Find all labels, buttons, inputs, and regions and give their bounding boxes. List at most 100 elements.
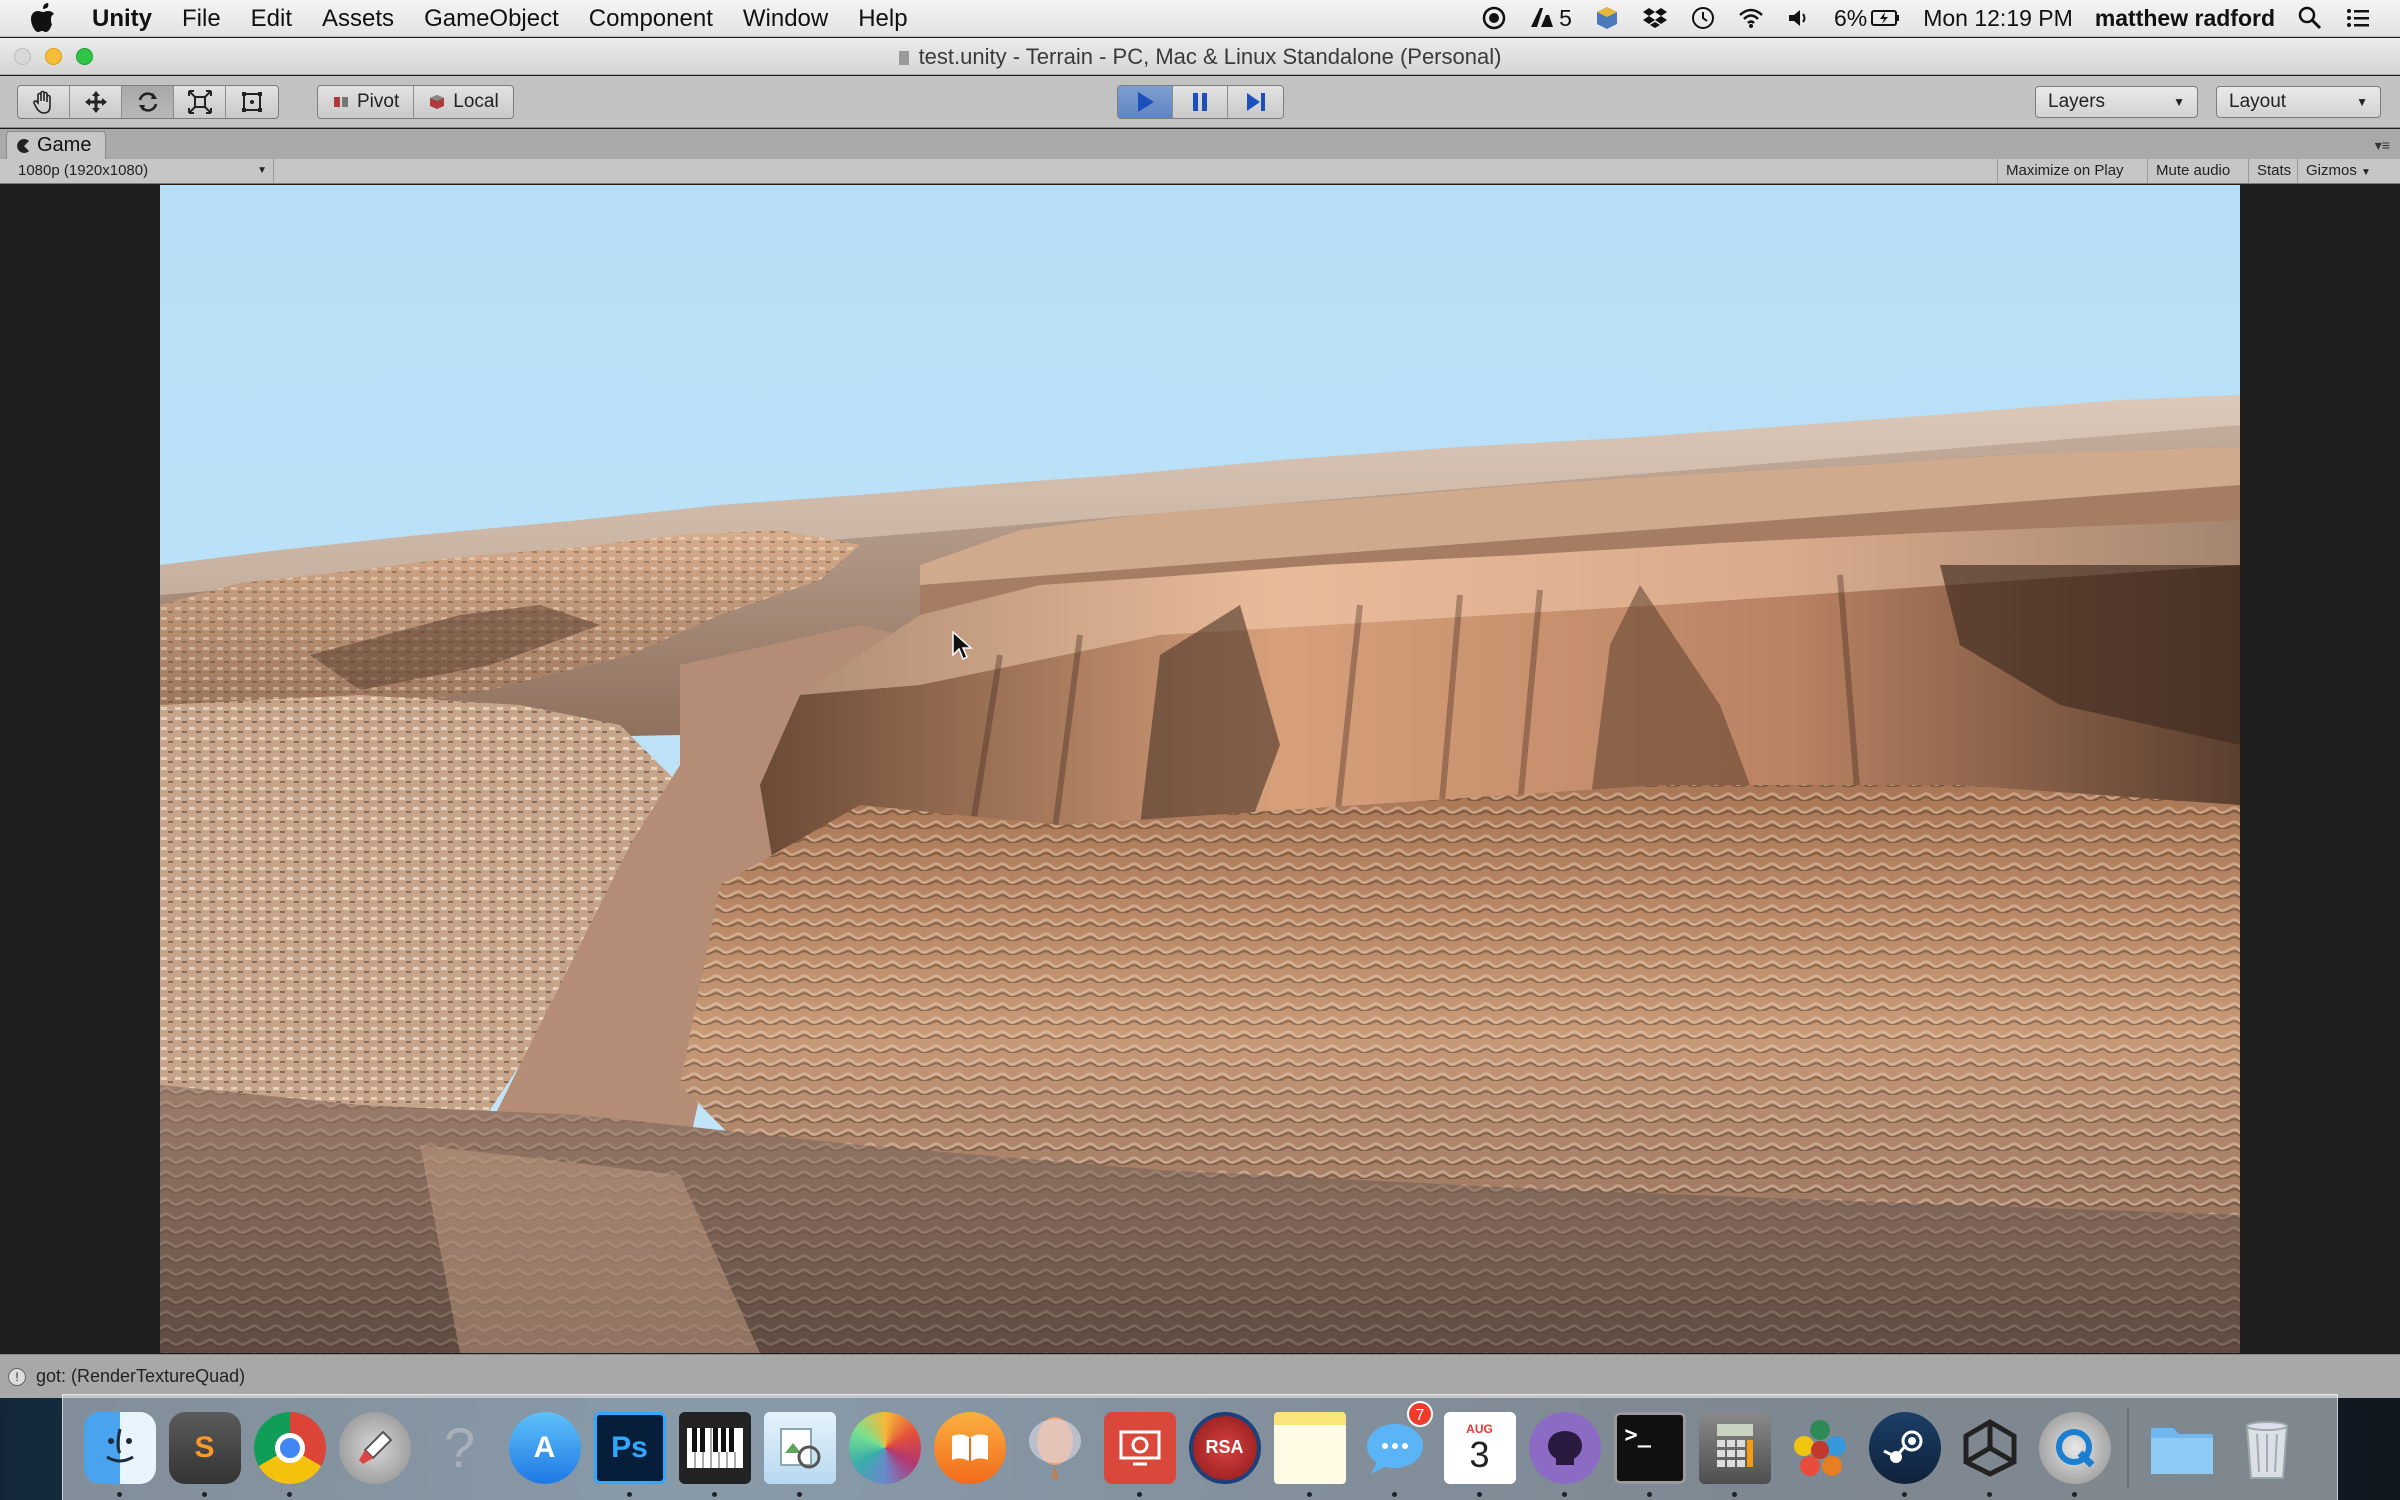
trash-icon <box>2231 1412 2303 1484</box>
dock-molecules[interactable] <box>1777 1395 1862 1500</box>
notes-icon <box>1273 1411 1346 1484</box>
dock-downloads-folder[interactable] <box>2139 1395 2224 1500</box>
rotate-tool-button[interactable] <box>122 86 174 118</box>
adobe-count: 5 <box>1559 4 1572 31</box>
play-button[interactable] <box>1118 86 1173 118</box>
dock-quicktime[interactable] <box>2032 1395 2117 1500</box>
battery-status[interactable]: 6% <box>1834 5 1901 32</box>
rect-tool-button[interactable] <box>226 86 278 118</box>
dock-terminal[interactable]: >_ <box>1607 1395 1692 1500</box>
dropdown-caret-icon: ▼ <box>257 165 267 176</box>
dock-balloon[interactable] <box>1012 1395 1097 1500</box>
menu-file[interactable]: File <box>167 0 236 37</box>
dock-remote-desktop[interactable] <box>1097 1395 1182 1500</box>
time-machine-icon[interactable] <box>1690 5 1716 31</box>
dock-github[interactable] <box>1522 1395 1607 1500</box>
menu-edit[interactable]: Edit <box>236 0 307 37</box>
chrome-icon <box>253 1411 326 1484</box>
wifi-icon[interactable] <box>1738 5 1764 31</box>
console-message: got: (RenderTextureQuad) <box>36 1366 246 1386</box>
dock-notes[interactable] <box>1267 1395 1352 1500</box>
dock-trash[interactable] <box>2224 1395 2309 1500</box>
hand-tool-button[interactable] <box>18 86 70 118</box>
menu-unity[interactable]: Unity <box>82 0 167 37</box>
calculator-icon <box>1698 1411 1771 1484</box>
menu-component[interactable]: Component <box>574 0 728 37</box>
dock-rsa-securid[interactable]: RSA <box>1182 1395 1267 1500</box>
notification-center-icon[interactable] <box>2345 5 2371 31</box>
user-name[interactable]: matthew radford <box>2095 5 2275 32</box>
minimize-window-button[interactable] <box>45 48 62 65</box>
game-tab-bar: Game ▾≡ <box>0 129 2400 159</box>
gizmos-dropdown[interactable]: Gizmos ▼ <box>2297 159 2379 183</box>
dock-photos[interactable] <box>842 1395 927 1500</box>
battery-percent: 6% <box>1833 4 1868 31</box>
local-cube-icon <box>430 95 445 109</box>
window-title-bar: test.unity - Terrain - PC, Mac & Linux S… <box>0 38 2400 75</box>
stats-toggle[interactable]: Stats <box>2248 159 2299 183</box>
menu-bar: Unity File Edit Assets GameObject Compon… <box>0 0 2400 37</box>
tab-options-menu-icon[interactable]: ▾≡ <box>2375 137 2390 154</box>
dock-calendar[interactable]: AUG 3 <box>1437 1395 1522 1500</box>
local-toggle-button[interactable]: Local <box>414 86 512 118</box>
balloon-icon <box>1019 1412 1091 1484</box>
zoom-window-button[interactable] <box>76 48 93 65</box>
tab-game[interactable]: Game <box>6 131 107 159</box>
dock-finder[interactable] <box>77 1395 162 1500</box>
dock-steam[interactable] <box>1862 1395 1947 1500</box>
box-sync-icon[interactable] <box>1594 5 1620 31</box>
close-window-button[interactable] <box>14 48 31 65</box>
pivot-toggle-button[interactable]: Pivot <box>318 86 415 118</box>
resolution-dropdown[interactable]: 1080p (1920x1080) ▼ <box>10 159 274 183</box>
hand-icon <box>32 90 51 114</box>
dock-chrome[interactable] <box>247 1395 332 1500</box>
launchpad-icon <box>338 1411 411 1484</box>
dock-piano[interactable] <box>672 1395 757 1500</box>
dock: S ? A Ps RSA 7 AUG 3 >_ <box>62 1394 2338 1500</box>
pivot-handle-group: Pivot Local <box>317 85 514 119</box>
dock-sublime-text[interactable]: S <box>162 1395 247 1500</box>
dock-launchpad[interactable] <box>332 1395 417 1500</box>
dock-ibooks[interactable] <box>927 1395 1012 1500</box>
apple-menu-icon[interactable] <box>30 1 60 35</box>
menu-help[interactable]: Help <box>843 0 922 37</box>
messages-unread-badge: 7 <box>1407 1400 1433 1427</box>
github-icon <box>1528 1411 1601 1484</box>
menu-window[interactable]: Window <box>728 0 843 37</box>
dock-help[interactable]: ? <box>417 1395 502 1500</box>
dock-calculator[interactable] <box>1692 1395 1777 1500</box>
sublime-text-icon: S <box>168 1411 241 1484</box>
menu-gameobject[interactable]: GameObject <box>409 0 574 37</box>
mouse-pointer-icon <box>952 631 973 661</box>
move-tool-button[interactable] <box>70 86 122 118</box>
dropdown-caret-icon: ▼ <box>2356 95 2368 109</box>
adobe-cc-icon[interactable]: 5 <box>1529 5 1572 32</box>
scale-tool-button[interactable] <box>174 86 226 118</box>
mute-audio-toggle[interactable]: Mute audio <box>2147 159 2238 183</box>
dock-preview[interactable] <box>757 1395 842 1500</box>
step-button[interactable] <box>1228 86 1283 118</box>
layers-dropdown[interactable]: Layers ▼ <box>2035 86 2198 118</box>
dropbox-icon[interactable] <box>1642 5 1668 31</box>
terminal-icon: >_ <box>1613 1411 1686 1484</box>
clock[interactable]: Mon 12:19 PM <box>1923 5 2073 32</box>
spotlight-search-icon[interactable] <box>2297 5 2323 31</box>
status-menu-extras: 5 6% Mon 12:19 PM matthew radford <box>1470 0 2400 37</box>
record-icon[interactable] <box>1481 5 1507 31</box>
maximize-on-play-toggle[interactable]: Maximize on Play <box>1997 159 2132 183</box>
layout-dropdown[interactable]: Layout ▼ <box>2216 86 2381 118</box>
game-viewport-terrain[interactable] <box>160 185 2240 1353</box>
remote-desktop-icon <box>1103 1411 1176 1484</box>
game-view-area[interactable] <box>0 185 2400 1353</box>
volume-icon[interactable] <box>1786 5 1812 31</box>
console-status-bar[interactable]: ! got: (RenderTextureQuad) <box>0 1354 2400 1398</box>
dock-messages[interactable]: 7 <box>1352 1395 1437 1500</box>
dock-app-store[interactable]: A <box>502 1395 587 1500</box>
pause-button[interactable] <box>1173 86 1228 118</box>
dock-unity[interactable] <box>1947 1395 2032 1500</box>
dock-photoshop[interactable]: Ps <box>587 1395 672 1500</box>
pivot-label: Pivot <box>357 91 400 112</box>
preview-icon <box>763 1411 836 1484</box>
layout-label: Layout <box>2229 91 2287 112</box>
menu-assets[interactable]: Assets <box>307 0 409 37</box>
